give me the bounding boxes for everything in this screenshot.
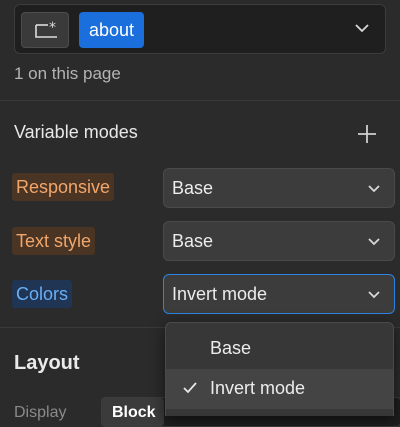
selector-star-button[interactable]: *: [21, 12, 69, 48]
svg-text:*: *: [49, 21, 56, 36]
layout-section-title: Layout: [14, 352, 80, 374]
select-value: Base: [172, 231, 214, 251]
dropdown-option-base[interactable]: Base: [166, 329, 393, 369]
style-selector-bar[interactable]: * about: [14, 4, 386, 54]
text-style-mode-select[interactable]: Base: [163, 221, 395, 261]
dropdown-option-label: Invert mode: [210, 378, 306, 398]
dropdown-option-label: Base: [210, 338, 252, 358]
display-option-block[interactable]: Block: [102, 398, 164, 426]
variable-modes-title: Variable modes: [14, 122, 138, 142]
chevron-down-icon[interactable]: [355, 24, 369, 33]
select-value: Invert mode: [172, 284, 268, 304]
add-icon[interactable]: [356, 123, 378, 145]
check-icon: [183, 382, 197, 394]
select-value: Base: [172, 178, 214, 198]
chevron-down-icon: [368, 185, 380, 193]
mode-label-text-style: Text style: [12, 227, 96, 255]
colors-mode-select[interactable]: Invert mode: [163, 274, 395, 314]
selector-star-icon: *: [35, 21, 57, 38]
mode-label-colors: Colors: [12, 280, 73, 308]
selector-count-text: 1 on this page: [14, 64, 121, 83]
colors-mode-dropdown: Base Invert mode: [165, 322, 394, 416]
divider: [0, 100, 400, 101]
chevron-down-icon: [368, 291, 380, 299]
dropdown-option-invert-mode[interactable]: Invert mode: [166, 369, 393, 409]
mode-label-responsive: Responsive: [12, 173, 115, 201]
chevron-down-icon: [368, 238, 380, 246]
display-option-label: Block: [112, 404, 156, 421]
selector-chip[interactable]: about: [79, 12, 145, 48]
display-label: Display: [14, 404, 67, 421]
responsive-mode-select[interactable]: Base: [163, 168, 395, 208]
